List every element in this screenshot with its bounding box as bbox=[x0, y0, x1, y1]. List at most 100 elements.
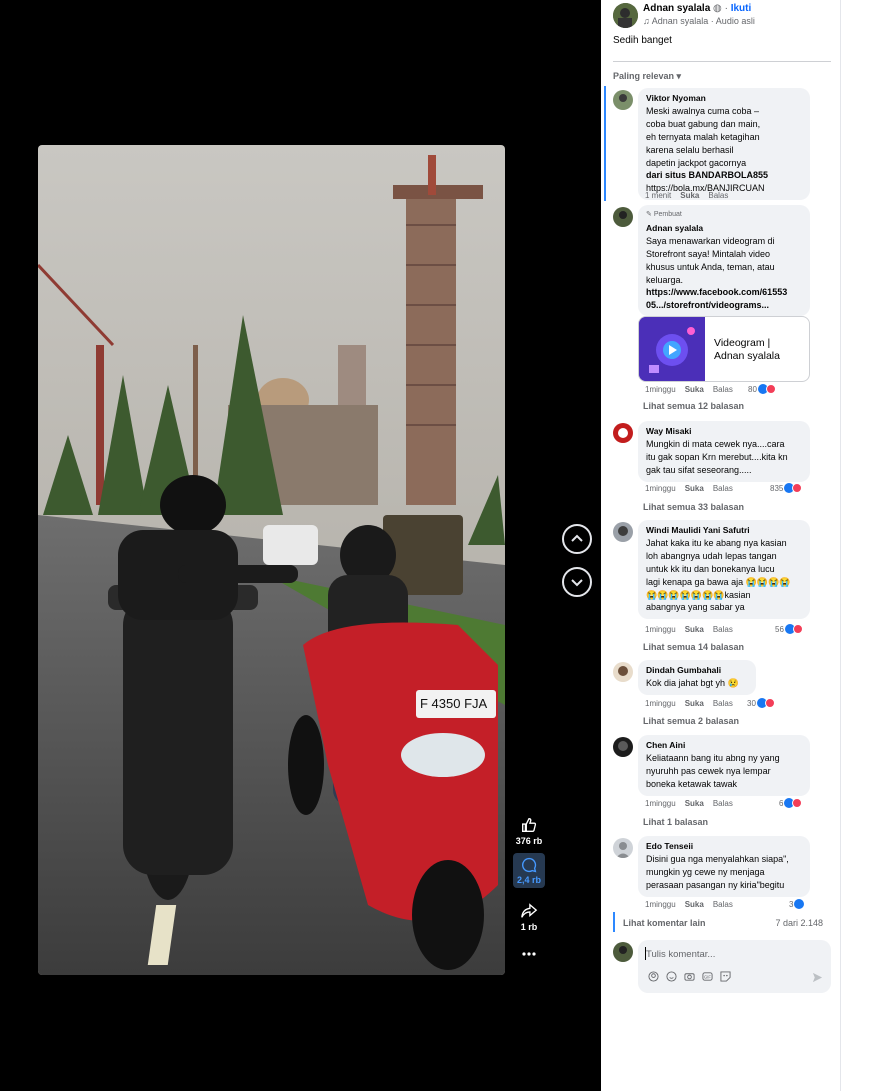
current-user-avatar bbox=[613, 942, 633, 962]
commenter-name[interactable]: Adnan syalala bbox=[646, 222, 802, 235]
reply-link[interactable]: Balas bbox=[713, 484, 733, 493]
post-author-row: Adnan syalala ◍ · Ikuti bbox=[643, 3, 752, 14]
commenter-name[interactable]: Windi Maulidi Yani Safutri bbox=[646, 524, 802, 537]
comment-line: Storefront saya! Mintalah video bbox=[646, 248, 771, 259]
comment-action[interactable]: 2,4 rb bbox=[513, 853, 545, 888]
reply-link[interactable]: Balas bbox=[713, 900, 733, 909]
comment-input[interactable]: Tulis komentar... bbox=[646, 949, 715, 960]
comment-time[interactable]: 1minggu bbox=[645, 799, 676, 808]
like-action[interactable]: 376 rb bbox=[513, 816, 545, 846]
reply-link[interactable]: Balas bbox=[713, 699, 733, 708]
reaction-summary[interactable]: 835 bbox=[770, 483, 803, 493]
comment-composer[interactable]: Tulis komentar... GIF bbox=[638, 940, 831, 993]
svg-text:GIF: GIF bbox=[704, 974, 711, 979]
comment-line: khusus untuk Anda, teman, atau bbox=[646, 261, 775, 272]
avatar-sticker-icon[interactable] bbox=[647, 970, 659, 982]
avatar[interactable] bbox=[613, 838, 633, 858]
view-replies-link[interactable]: Lihat semua 33 balasan bbox=[643, 502, 744, 512]
comment-line: mungkin yg cewe ny menjaga bbox=[646, 866, 765, 877]
reaction-summary[interactable]: 3 bbox=[789, 899, 805, 909]
commenter-name[interactable]: Viktor Nyoman bbox=[646, 92, 802, 105]
reaction-summary[interactable]: 6 bbox=[779, 798, 803, 808]
comment-time[interactable]: 1minggu bbox=[645, 385, 676, 394]
previous-video-button[interactable] bbox=[562, 524, 592, 554]
gif-icon[interactable]: GIF bbox=[701, 970, 713, 982]
like-link[interactable]: Suka bbox=[680, 191, 699, 200]
view-replies-link[interactable]: Lihat semua 12 balasan bbox=[643, 401, 744, 411]
share-count: 1 rb bbox=[520, 922, 538, 932]
avatar[interactable] bbox=[613, 737, 633, 757]
avatar[interactable] bbox=[613, 90, 633, 110]
comment-time[interactable]: 1minggu bbox=[645, 900, 676, 909]
video-frame: F 4350 FJA bbox=[38, 145, 505, 975]
more-dots-icon bbox=[522, 952, 536, 956]
like-link[interactable]: Suka bbox=[685, 385, 704, 394]
view-replies-link[interactable]: Lihat 1 balasan bbox=[643, 817, 708, 827]
link-thumbnail bbox=[639, 317, 705, 381]
more-options-button[interactable] bbox=[513, 946, 545, 964]
reply-link[interactable]: Balas bbox=[708, 191, 728, 200]
comment-time[interactable]: 1minggu bbox=[645, 484, 676, 493]
comment-link[interactable]: https://www.facebook.com/61553 bbox=[646, 286, 802, 299]
comment-bubble: Chen Aini Keliataann bang itu abng ny ya… bbox=[638, 735, 810, 796]
like-count: 376 rb bbox=[515, 836, 543, 846]
sticker-icon[interactable] bbox=[719, 970, 731, 982]
follow-button[interactable]: Ikuti bbox=[731, 3, 752, 14]
comment-time[interactable]: 1minggu bbox=[645, 699, 676, 708]
comment-time[interactable]: 1minggu bbox=[645, 625, 676, 634]
like-link[interactable]: Suka bbox=[685, 625, 704, 634]
comment-line: dapetin jackpot gacornya bbox=[646, 157, 747, 168]
avatar[interactable] bbox=[613, 662, 633, 682]
like-link[interactable]: Suka bbox=[685, 900, 704, 909]
send-icon[interactable] bbox=[812, 970, 823, 988]
camera-icon[interactable] bbox=[683, 970, 695, 982]
comment-count-label: 7 dari 2.148 bbox=[775, 918, 823, 928]
reaction-summary[interactable]: 80 bbox=[748, 384, 776, 394]
comment-line: lagi kenapa ga bawa aja 😭😭😭😭 bbox=[646, 576, 791, 587]
comment-meta: 1minggu Suka Balas bbox=[645, 699, 733, 708]
comment-line: loh abangnya udah lepas tangan bbox=[646, 550, 777, 561]
post-author-name[interactable]: Adnan syalala bbox=[643, 3, 710, 14]
like-link[interactable]: Suka bbox=[685, 799, 704, 808]
chevron-down-icon bbox=[571, 579, 583, 587]
comment-line: dari situs BANDARBOLA855 bbox=[646, 170, 769, 181]
commenter-name[interactable]: Edo Tenseii bbox=[646, 840, 802, 853]
comment-link[interactable]: 05.../storefront/videograms... bbox=[646, 299, 802, 312]
more-comments-link[interactable]: Lihat komentar lain bbox=[623, 918, 706, 928]
love-reaction-icon bbox=[765, 384, 776, 394]
comment-line: boneka ketawak tawak bbox=[646, 778, 738, 789]
reaction-count: 3 bbox=[789, 899, 794, 909]
reaction-count: 56 bbox=[775, 624, 784, 634]
avatar[interactable] bbox=[613, 207, 633, 227]
sort-dropdown[interactable]: Paling relevan ▾ bbox=[613, 71, 681, 82]
video-player[interactable]: F 4350 FJA bbox=[38, 145, 505, 975]
share-action[interactable]: 1 rb bbox=[513, 902, 545, 932]
reply-link[interactable]: Balas bbox=[713, 799, 733, 808]
avatar[interactable] bbox=[613, 522, 633, 542]
next-video-button[interactable] bbox=[562, 567, 592, 597]
reaction-summary[interactable]: 30 bbox=[747, 698, 775, 708]
like-link[interactable]: Suka bbox=[685, 484, 704, 493]
comment-line: Mungkin di mata cewek nya....cara bbox=[646, 438, 785, 449]
comment-time[interactable]: 1 menit bbox=[645, 191, 671, 200]
love-reaction-icon bbox=[764, 698, 775, 708]
emoji-icon[interactable] bbox=[665, 970, 677, 982]
audio-row[interactable]: ♫ Adnan syalala · Audio asli bbox=[643, 16, 755, 26]
reply-link[interactable]: Balas bbox=[713, 385, 733, 394]
reaction-summary[interactable]: 56 bbox=[775, 624, 803, 634]
commenter-name[interactable]: Chen Aini bbox=[646, 739, 802, 752]
author-avatar[interactable] bbox=[613, 3, 638, 28]
svg-text:F 4350 FJA: F 4350 FJA bbox=[420, 696, 488, 711]
like-link[interactable]: Suka bbox=[685, 699, 704, 708]
avatar[interactable] bbox=[613, 423, 633, 443]
commenter-name[interactable]: Way Misaki bbox=[646, 425, 802, 438]
link-preview-card[interactable]: Videogram | Adnan syalala bbox=[638, 316, 810, 382]
author-badge-label: Pembuat bbox=[653, 211, 682, 218]
comment-meta: 1minggu Suka Balas bbox=[645, 799, 733, 808]
share-arrow-icon bbox=[521, 903, 538, 918]
audio-label: Adnan syalala · Audio asli bbox=[651, 16, 755, 26]
view-replies-link[interactable]: Lihat semua 2 balasan bbox=[643, 716, 739, 726]
view-replies-link[interactable]: Lihat semua 14 balasan bbox=[643, 642, 744, 652]
reply-link[interactable]: Balas bbox=[713, 625, 733, 634]
commenter-name[interactable]: Dindah Gumbahali bbox=[646, 664, 748, 677]
